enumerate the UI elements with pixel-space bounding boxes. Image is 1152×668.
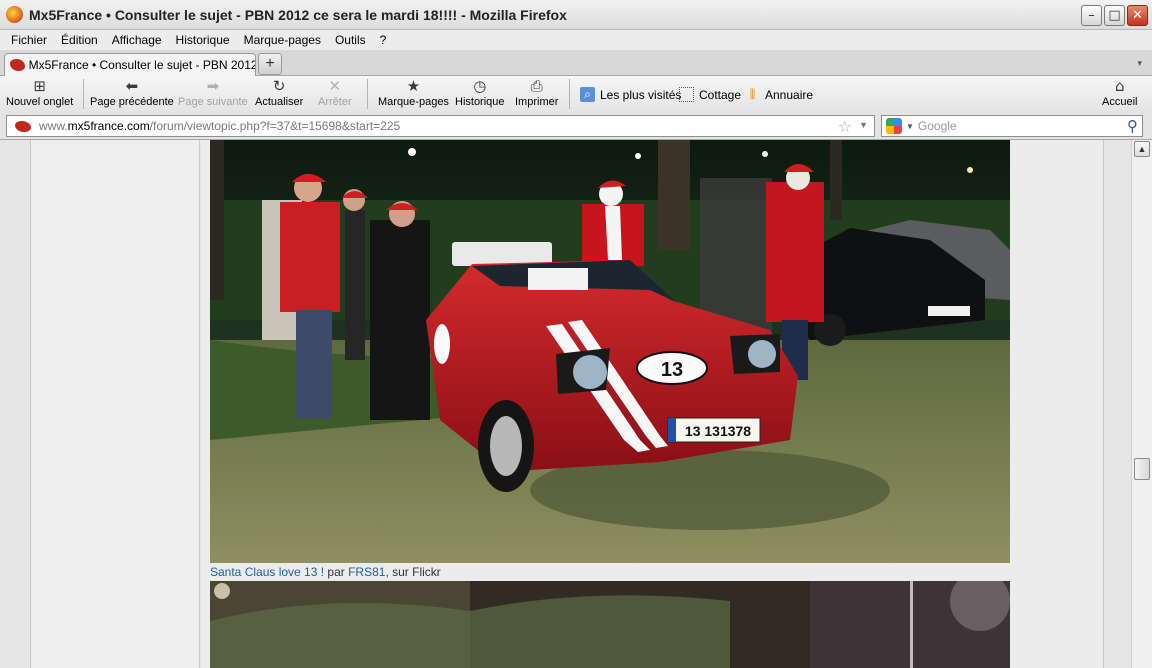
tab-label: Mx5France • Consulter le sujet - PBN 201…	[28, 58, 255, 72]
toolbar-separator	[83, 79, 84, 109]
maximize-button[interactable]: □	[1104, 5, 1125, 26]
window-title: Mx5France • Consulter le sujet - PBN 201…	[29, 6, 567, 23]
new-tab-label: Nouvel onglet	[6, 96, 74, 108]
reload-icon: ↻	[272, 77, 286, 95]
scroll-up-arrow-icon[interactable]: ▲	[1134, 141, 1150, 157]
photo-title-link[interactable]: Santa Claus love 13 !	[210, 565, 324, 579]
scroll-thumb[interactable]	[1134, 458, 1150, 480]
mx5-favicon-icon	[10, 59, 25, 71]
post-profile-column	[30, 140, 200, 668]
url-history-dropdown-icon[interactable]: ▼	[859, 120, 868, 130]
caption-suffix: , sur Flickr	[385, 565, 441, 579]
bookmark-label: Cottage	[699, 87, 742, 102]
home-button[interactable]: ⌂ Accueil	[1102, 78, 1137, 108]
close-button[interactable]: ✕	[1127, 5, 1148, 26]
google-engine-icon[interactable]	[886, 118, 902, 134]
bookmark-star-icon: ★	[406, 77, 421, 95]
firefox-logo-icon	[6, 6, 23, 23]
forward-button[interactable]: ➡ Page suivante	[178, 78, 248, 108]
bookmark-cottage[interactable]: Cottage	[679, 87, 741, 102]
page-icon	[679, 87, 694, 102]
print-label: Imprimer	[515, 96, 559, 108]
flickr-photo-santa-mx5[interactable]: 13 13 131378	[210, 140, 1010, 563]
menu-bar: Fichier Édition Affichage Historique Mar…	[0, 30, 1152, 50]
url-prefix: www.	[39, 119, 68, 133]
new-tab-button[interactable]: +	[258, 53, 282, 75]
bookmark-most-visited[interactable]: ⌕ Les plus visités	[580, 87, 681, 102]
toolbar-separator	[367, 79, 368, 109]
toolbar-separator	[569, 79, 570, 109]
printer-icon: ⎙	[530, 77, 543, 95]
menu-edition[interactable]: Édition	[54, 33, 105, 47]
history-label: Historique	[455, 96, 505, 108]
site-identity-icon[interactable]	[15, 120, 31, 132]
stop-icon: ✕	[328, 77, 342, 95]
new-tab-toolbar-button[interactable]: ⊞ Nouvel onglet	[6, 78, 73, 108]
bookmark-page-star-icon[interactable]: ☆	[838, 117, 852, 136]
window-controls: – □ ✕	[1081, 5, 1148, 26]
home-label: Accueil	[1102, 96, 1138, 108]
tab-list-dropdown-icon[interactable]: ▾	[1137, 58, 1142, 69]
menu-affichage[interactable]: Affichage	[105, 33, 169, 47]
bookmark-label: Annuaire	[765, 87, 814, 102]
url-text: www.mx5france.com/forum/viewtopic.php?f=…	[39, 119, 400, 133]
back-button[interactable]: ⬅ Page précédente	[90, 78, 174, 108]
forward-arrow-icon: ➡	[206, 77, 220, 95]
post-body: 13 13 131378 Santa Claus love 13 ! par F…	[201, 140, 1104, 668]
menu-fichier[interactable]: Fichier	[4, 33, 54, 47]
tab-strip: Mx5France • Consulter le sujet - PBN 201…	[0, 50, 1152, 76]
photo2-illustration	[210, 581, 1010, 668]
bookmarks-button[interactable]: ★ Marque-pages	[378, 78, 449, 108]
flickr-photo-second[interactable]	[210, 581, 1010, 668]
search-bar[interactable]: ▼ Google ⚲	[881, 115, 1143, 137]
back-label: Page précédente	[90, 96, 174, 108]
home-icon: ⌂	[1114, 77, 1125, 95]
menu-historique[interactable]: Historique	[169, 33, 237, 47]
back-arrow-icon: ⬅	[125, 77, 139, 95]
minimize-button[interactable]: –	[1081, 5, 1102, 26]
print-button[interactable]: ⎙ Imprimer	[515, 78, 558, 108]
search-placeholder: Google	[917, 119, 957, 133]
search-magnifier-icon[interactable]: ⚲	[1127, 117, 1138, 135]
navigation-toolbar: ⊞ Nouvel onglet ⬅ Page précédente ➡ Page…	[0, 76, 1152, 113]
address-row: www.mx5france.com/forum/viewtopic.php?f=…	[0, 113, 1152, 140]
bookmark-label: Les plus visités	[600, 87, 682, 102]
url-path: /forum/viewtopic.php?f=37&t=15698&start=…	[149, 119, 401, 133]
new-tab-icon: ⊞	[33, 77, 46, 95]
license-plate: 13 131378	[685, 423, 751, 439]
stop-button[interactable]: ✕ Arrêter	[318, 78, 352, 108]
url-domain: mx5france.com	[67, 119, 150, 133]
annuaire-icon: ⫼	[749, 87, 756, 101]
menu-help[interactable]: ?	[373, 33, 394, 47]
address-bar[interactable]: www.mx5france.com/forum/viewtopic.php?f=…	[6, 115, 875, 137]
engine-dropdown-icon[interactable]: ▼	[906, 122, 914, 131]
history-button[interactable]: ◷ Historique	[455, 78, 505, 108]
menu-outils[interactable]: Outils	[328, 33, 373, 47]
caption-by: par	[324, 565, 349, 579]
photo-author-link[interactable]: FRS81	[348, 565, 385, 579]
page-content: 13 13 131378 Santa Claus love 13 ! par F…	[0, 140, 1131, 668]
most-visited-icon: ⌕	[580, 87, 595, 102]
tab-mx5france[interactable]: Mx5France • Consulter le sujet - PBN 201…	[4, 53, 256, 76]
reload-label: Actualiser	[255, 96, 304, 108]
vertical-scrollbar[interactable]: ▲	[1131, 140, 1152, 668]
clock-icon: ◷	[473, 77, 487, 95]
photo-illustration: 13 13 131378	[210, 140, 1010, 563]
bookmarks-label: Marque-pages	[378, 96, 449, 108]
reload-button[interactable]: ↻ Actualiser	[255, 78, 303, 108]
menu-marque-pages[interactable]: Marque-pages	[237, 33, 328, 47]
window-titlebar: Mx5France • Consulter le sujet - PBN 201…	[0, 0, 1152, 30]
stop-label: Arrêter	[318, 96, 352, 108]
photo-caption: Santa Claus love 13 ! par FRS81, sur Fli…	[210, 565, 441, 579]
car-number: 13	[661, 359, 683, 381]
forward-label: Page suivante	[178, 96, 248, 108]
bookmark-annuaire[interactable]: ⫼ Annuaire	[745, 87, 813, 102]
